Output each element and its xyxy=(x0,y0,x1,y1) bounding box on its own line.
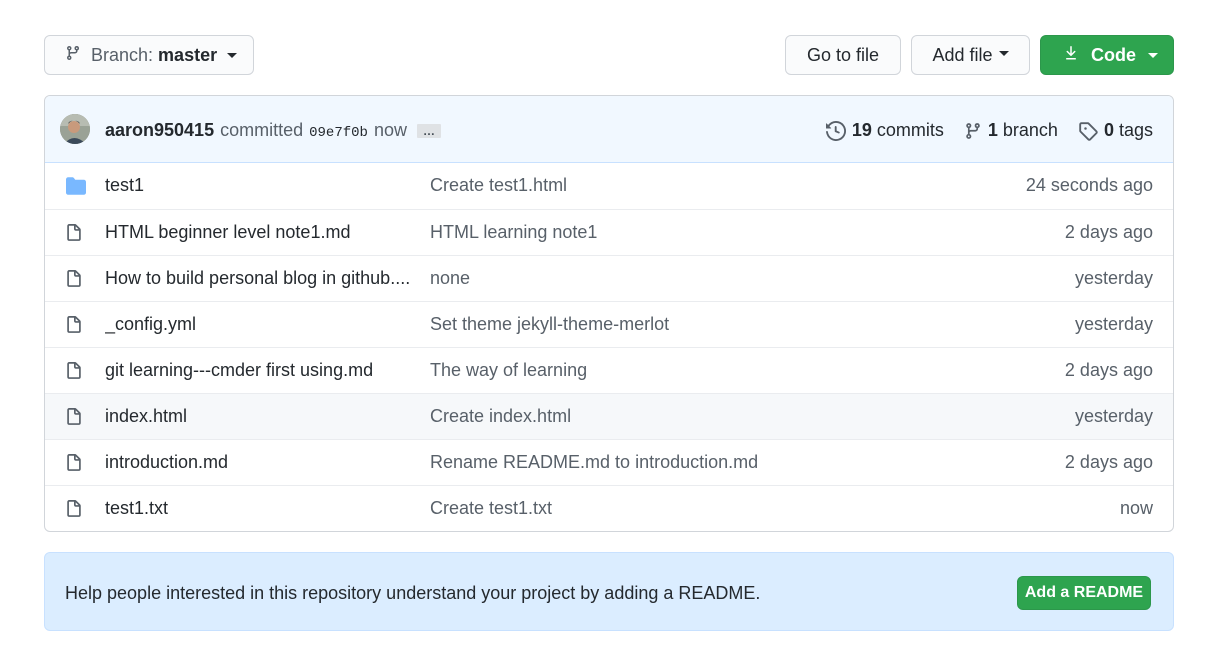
readme-banner-message: Help people interested in this repositor… xyxy=(65,583,761,603)
commit-message-link[interactable]: none xyxy=(430,268,470,289)
file-row[interactable]: test1.txt Create test1.txt now xyxy=(45,485,1173,531)
file-name-link[interactable]: How to build personal blog in github.... xyxy=(105,268,410,289)
go-to-file-label: Go to file xyxy=(806,44,880,65)
folder-icon xyxy=(65,176,86,196)
readme-banner: Help people interested in this repositor… xyxy=(44,552,1174,631)
download-icon xyxy=(1063,45,1079,66)
commits-count: 19 xyxy=(851,120,872,140)
branch-label-text: branch xyxy=(1002,120,1058,140)
add-readme-label: Add a README xyxy=(1024,584,1144,601)
tag-icon xyxy=(1078,121,1098,141)
repo-stats: 19 commits 1 branch 0 tags xyxy=(806,120,1153,141)
branch-count: 1 xyxy=(987,120,998,140)
file-icon xyxy=(65,499,85,519)
file-icon xyxy=(65,269,85,289)
file-icon xyxy=(65,361,85,381)
branch-select-button[interactable]: Branch: master xyxy=(44,35,254,75)
file-name-link[interactable]: introduction.md xyxy=(105,452,228,473)
tags-count: 0 xyxy=(1103,120,1114,140)
git-branch-icon xyxy=(964,121,982,141)
commit-message-link[interactable]: Create test1.txt xyxy=(430,498,552,519)
file-row[interactable]: git learning---cmder first using.md The w… xyxy=(45,347,1173,393)
commit-author[interactable]: aaron950415 xyxy=(105,120,214,141)
add-readme-button[interactable]: Add a README xyxy=(1017,576,1151,610)
file-row[interactable]: introduction.md Rename README.md to intro… xyxy=(45,439,1173,485)
commit-info: aaron950415 committed 09e7f0b now … xyxy=(105,120,441,141)
branches-link[interactable]: 1 branch xyxy=(964,120,1058,141)
commits-link[interactable]: 19 commits xyxy=(825,120,944,141)
commit-message-link[interactable]: Create test1.html xyxy=(430,175,567,196)
repo-toolbar: Branch: master Go to file Add file Code xyxy=(44,35,1174,75)
file-name-link[interactable]: git learning---cmder first using.md xyxy=(105,360,373,381)
file-row[interactable]: index.html Create index.html yesterday xyxy=(45,393,1173,439)
commit-age: 2 days ago xyxy=(1064,452,1153,472)
commit-message-link[interactable]: Create index.html xyxy=(430,406,571,427)
file-icon xyxy=(65,223,85,243)
commit-age: now xyxy=(1119,498,1153,518)
commit-age: 24 seconds ago xyxy=(1025,175,1153,195)
chevron-down-icon xyxy=(227,52,238,58)
file-name-link[interactable]: HTML beginner level note1.md xyxy=(105,222,350,243)
add-file-label: Add file xyxy=(932,44,993,65)
commit-message-link[interactable]: Rename README.md to introduction.md xyxy=(430,452,758,473)
chevron-down-icon xyxy=(998,50,1009,56)
commit-message-link[interactable]: HTML learning note1 xyxy=(430,222,597,243)
commit-age: 2 days ago xyxy=(1064,222,1153,242)
avatar[interactable] xyxy=(60,114,90,144)
file-name-link[interactable]: index.html xyxy=(105,406,187,427)
file-row[interactable]: _config.yml Set theme jekyll-theme-merlot… xyxy=(45,301,1173,347)
code-button[interactable]: Code xyxy=(1040,35,1174,75)
tags-label: tags xyxy=(1118,120,1153,140)
file-name-link[interactable]: test1.txt xyxy=(105,498,168,519)
file-row[interactable]: HTML beginner level note1.md HTML learnin… xyxy=(45,209,1173,255)
branch-name: master xyxy=(158,44,218,65)
file-list: test1 Create test1.html 24 seconds ago HTML… xyxy=(45,163,1173,531)
file-icon xyxy=(65,453,85,473)
commit-sha[interactable]: 09e7f0b xyxy=(309,125,368,141)
file-row[interactable]: test1 Create test1.html 24 seconds ago xyxy=(45,163,1173,209)
commit-age: yesterday xyxy=(1074,268,1153,288)
commit-message-link[interactable]: Set theme jekyll-theme-merlot xyxy=(430,314,669,335)
commits-label: commits xyxy=(876,120,944,140)
code-label: Code xyxy=(1091,44,1136,65)
commit-age: 2 days ago xyxy=(1064,360,1153,380)
file-name-link[interactable]: _config.yml xyxy=(105,314,196,335)
history-icon xyxy=(825,120,846,141)
commit-age: yesterday xyxy=(1074,314,1153,334)
add-file-button[interactable]: Add file xyxy=(911,35,1030,75)
git-branch-icon xyxy=(65,44,81,67)
commit-message-link[interactable]: The way of learning xyxy=(430,360,587,381)
file-icon xyxy=(65,407,85,427)
commit-age: yesterday xyxy=(1074,406,1153,426)
file-icon xyxy=(65,315,85,335)
commit-message-expander[interactable]: … xyxy=(416,124,441,138)
commit-time: now xyxy=(373,120,407,140)
file-browser: aaron950415 committed 09e7f0b now … 19 c… xyxy=(44,95,1174,532)
commit-verb: committed xyxy=(220,120,304,140)
tags-link[interactable]: 0 tags xyxy=(1078,120,1153,141)
file-name-link[interactable]: test1 xyxy=(105,175,144,196)
go-to-file-button[interactable]: Go to file xyxy=(785,35,901,75)
chevron-down-icon xyxy=(1148,52,1158,58)
file-row[interactable]: How to build personal blog in github....… xyxy=(45,255,1173,301)
latest-commit-bar: aaron950415 committed 09e7f0b now … 19 c… xyxy=(45,96,1173,163)
branch-label: Branch: xyxy=(91,44,154,65)
